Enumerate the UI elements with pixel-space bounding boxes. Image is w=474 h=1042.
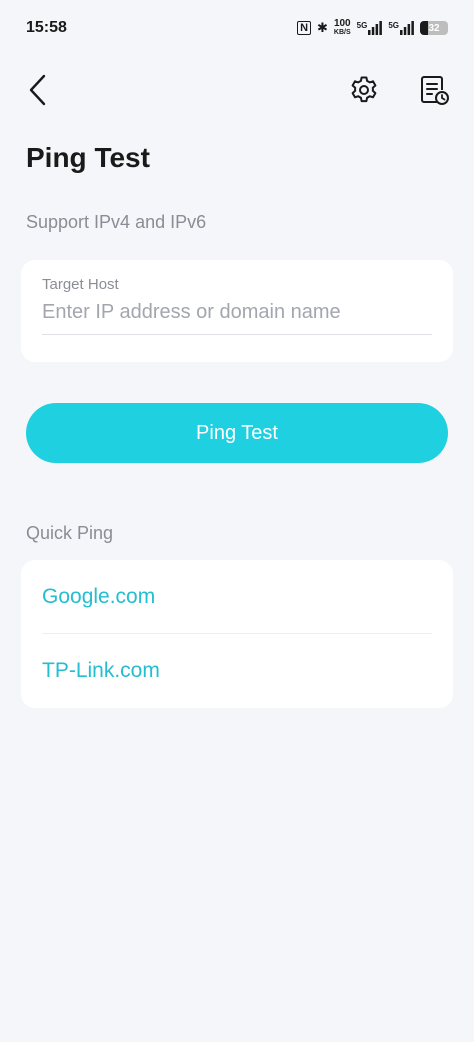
status-bar: 15:58 N ✱ 100 KB/S 5G 5G 32	[0, 0, 474, 56]
top-nav	[0, 68, 474, 112]
status-icons: N ✱ 100 KB/S 5G 5G 32	[297, 19, 448, 37]
network-speed-value: 100	[333, 18, 351, 29]
ping-test-button[interactable]: Ping Test	[26, 403, 448, 463]
settings-button[interactable]	[346, 72, 382, 108]
target-host-input[interactable]	[42, 299, 432, 335]
network-speed: 100 KB/S	[334, 19, 351, 37]
history-document-icon	[421, 76, 449, 105]
signal-icon-sim2: 5G	[388, 21, 414, 35]
quick-ping-item-google[interactable]: Google.com	[21, 560, 453, 633]
history-button[interactable]	[416, 72, 452, 108]
bluetooth-icon: ✱	[317, 20, 328, 35]
gear-icon	[351, 76, 377, 103]
back-button[interactable]	[22, 72, 54, 108]
battery-icon: 32	[420, 21, 448, 35]
status-time: 15:58	[26, 19, 67, 36]
nfc-icon: N	[297, 21, 312, 35]
page-title: Ping Test	[26, 142, 150, 173]
quick-ping-list: Google.com TP-Link.com	[21, 560, 453, 708]
sim2-network-type: 5G	[388, 21, 399, 30]
quick-ping-label: Quick Ping	[26, 523, 114, 543]
target-host-label: Target Host	[42, 276, 119, 293]
battery-level: 32	[428, 22, 440, 34]
page-subtitle: Support IPv4 and IPv6	[26, 212, 207, 232]
chevron-left-icon	[29, 74, 46, 106]
target-host-card: Target Host	[21, 260, 453, 362]
quick-ping-item-tplink[interactable]: TP-Link.com	[21, 634, 453, 707]
network-speed-unit: KB/S	[333, 29, 351, 36]
signal-icon-sim1: 5G	[357, 21, 383, 35]
sim1-network-type: 5G	[356, 21, 368, 30]
